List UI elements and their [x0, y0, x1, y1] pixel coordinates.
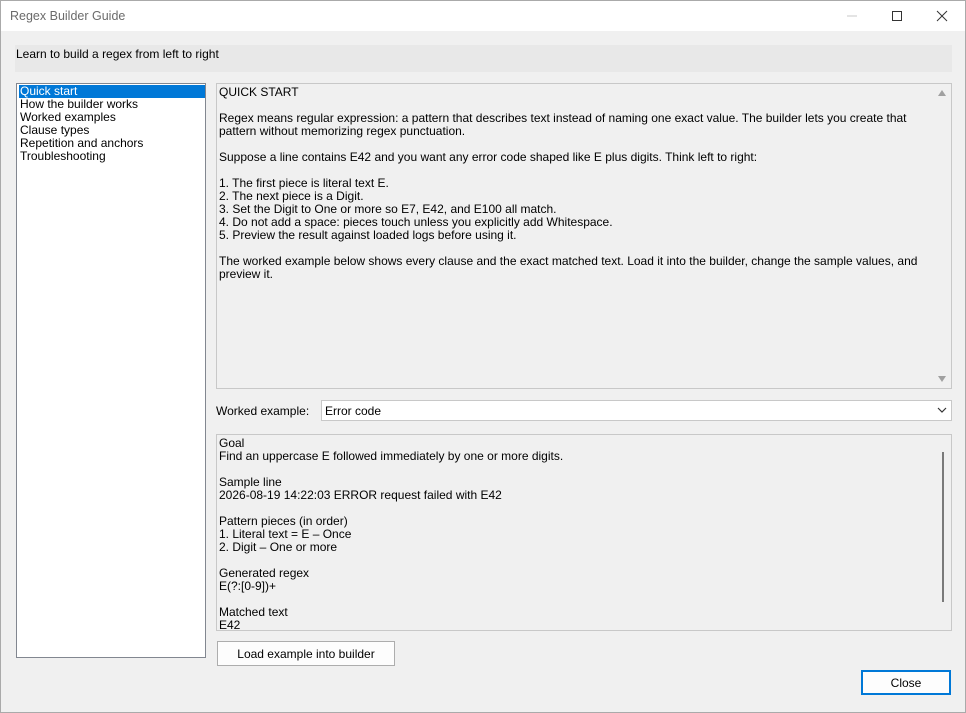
detail-line — [219, 554, 931, 567]
minimize-icon — [847, 15, 857, 17]
topic-list[interactable]: Quick start How the builder works Worked… — [16, 83, 206, 658]
detail-line: Generated regex — [219, 566, 310, 580]
guide-line: Suppose a line contains E42 and you want… — [219, 150, 758, 164]
maximize-icon — [892, 11, 902, 21]
guide-header: Learn to build a regex from left to righ… — [15, 45, 952, 72]
guide-line: QUICK START — [219, 85, 299, 99]
detail-line: Matched text — [219, 605, 288, 619]
minimize-button[interactable] — [829, 1, 875, 31]
example-detail-box[interactable]: Goal Find an uppercase E followed immedi… — [216, 434, 952, 631]
detail-line: 2026-08-19 14:22:03 ERROR request failed… — [219, 488, 502, 502]
maximize-button[interactable] — [874, 1, 920, 31]
dialog-window: Regex Builder Guide Learn to build a reg… — [0, 0, 966, 713]
detail-line: Find an uppercase E followed immediately… — [219, 449, 564, 463]
guide-text-box[interactable]: QUICK START Regex means regular expressi… — [216, 83, 952, 389]
detail-line — [219, 463, 931, 476]
detail-line: E42 — [219, 618, 241, 631]
guide-header-text: Learn to build a regex from left to righ… — [16, 47, 219, 61]
close-window-button[interactable] — [919, 1, 965, 31]
guide-line: Regex means regular expression: a patter… — [219, 111, 910, 138]
worked-example-label: Worked example: — [216, 404, 310, 418]
guide-text: QUICK START Regex means regular expressi… — [219, 86, 931, 281]
worked-example-select[interactable]: Error code — [321, 400, 952, 421]
guide-scrollbar[interactable] — [934, 84, 951, 388]
detail-line — [219, 593, 931, 606]
worked-example-value: Error code — [325, 404, 382, 418]
detail-line: 2. Digit – One or more — [219, 540, 338, 554]
chevron-down-icon — [937, 407, 947, 413]
guide-line: The worked example below shows every cla… — [219, 254, 921, 281]
window-title: Regex Builder Guide — [10, 9, 126, 23]
close-button[interactable]: Close — [861, 670, 951, 695]
scroll-down-icon[interactable] — [938, 376, 946, 382]
example-detail-text: Goal Find an uppercase E followed immedi… — [219, 437, 931, 631]
close-icon — [936, 10, 948, 22]
detail-line: E(?:[0-9])+ — [219, 579, 277, 593]
load-example-button[interactable]: Load example into builder — [217, 641, 395, 666]
topic-item-troubleshooting[interactable]: Troubleshooting — [19, 150, 205, 163]
guide-line: 5. Preview the result against loaded log… — [219, 228, 517, 242]
scroll-up-icon[interactable] — [938, 90, 946, 96]
detail-scrollbar-thumb[interactable] — [942, 452, 944, 602]
title-bar[interactable]: Regex Builder Guide — [1, 1, 965, 31]
